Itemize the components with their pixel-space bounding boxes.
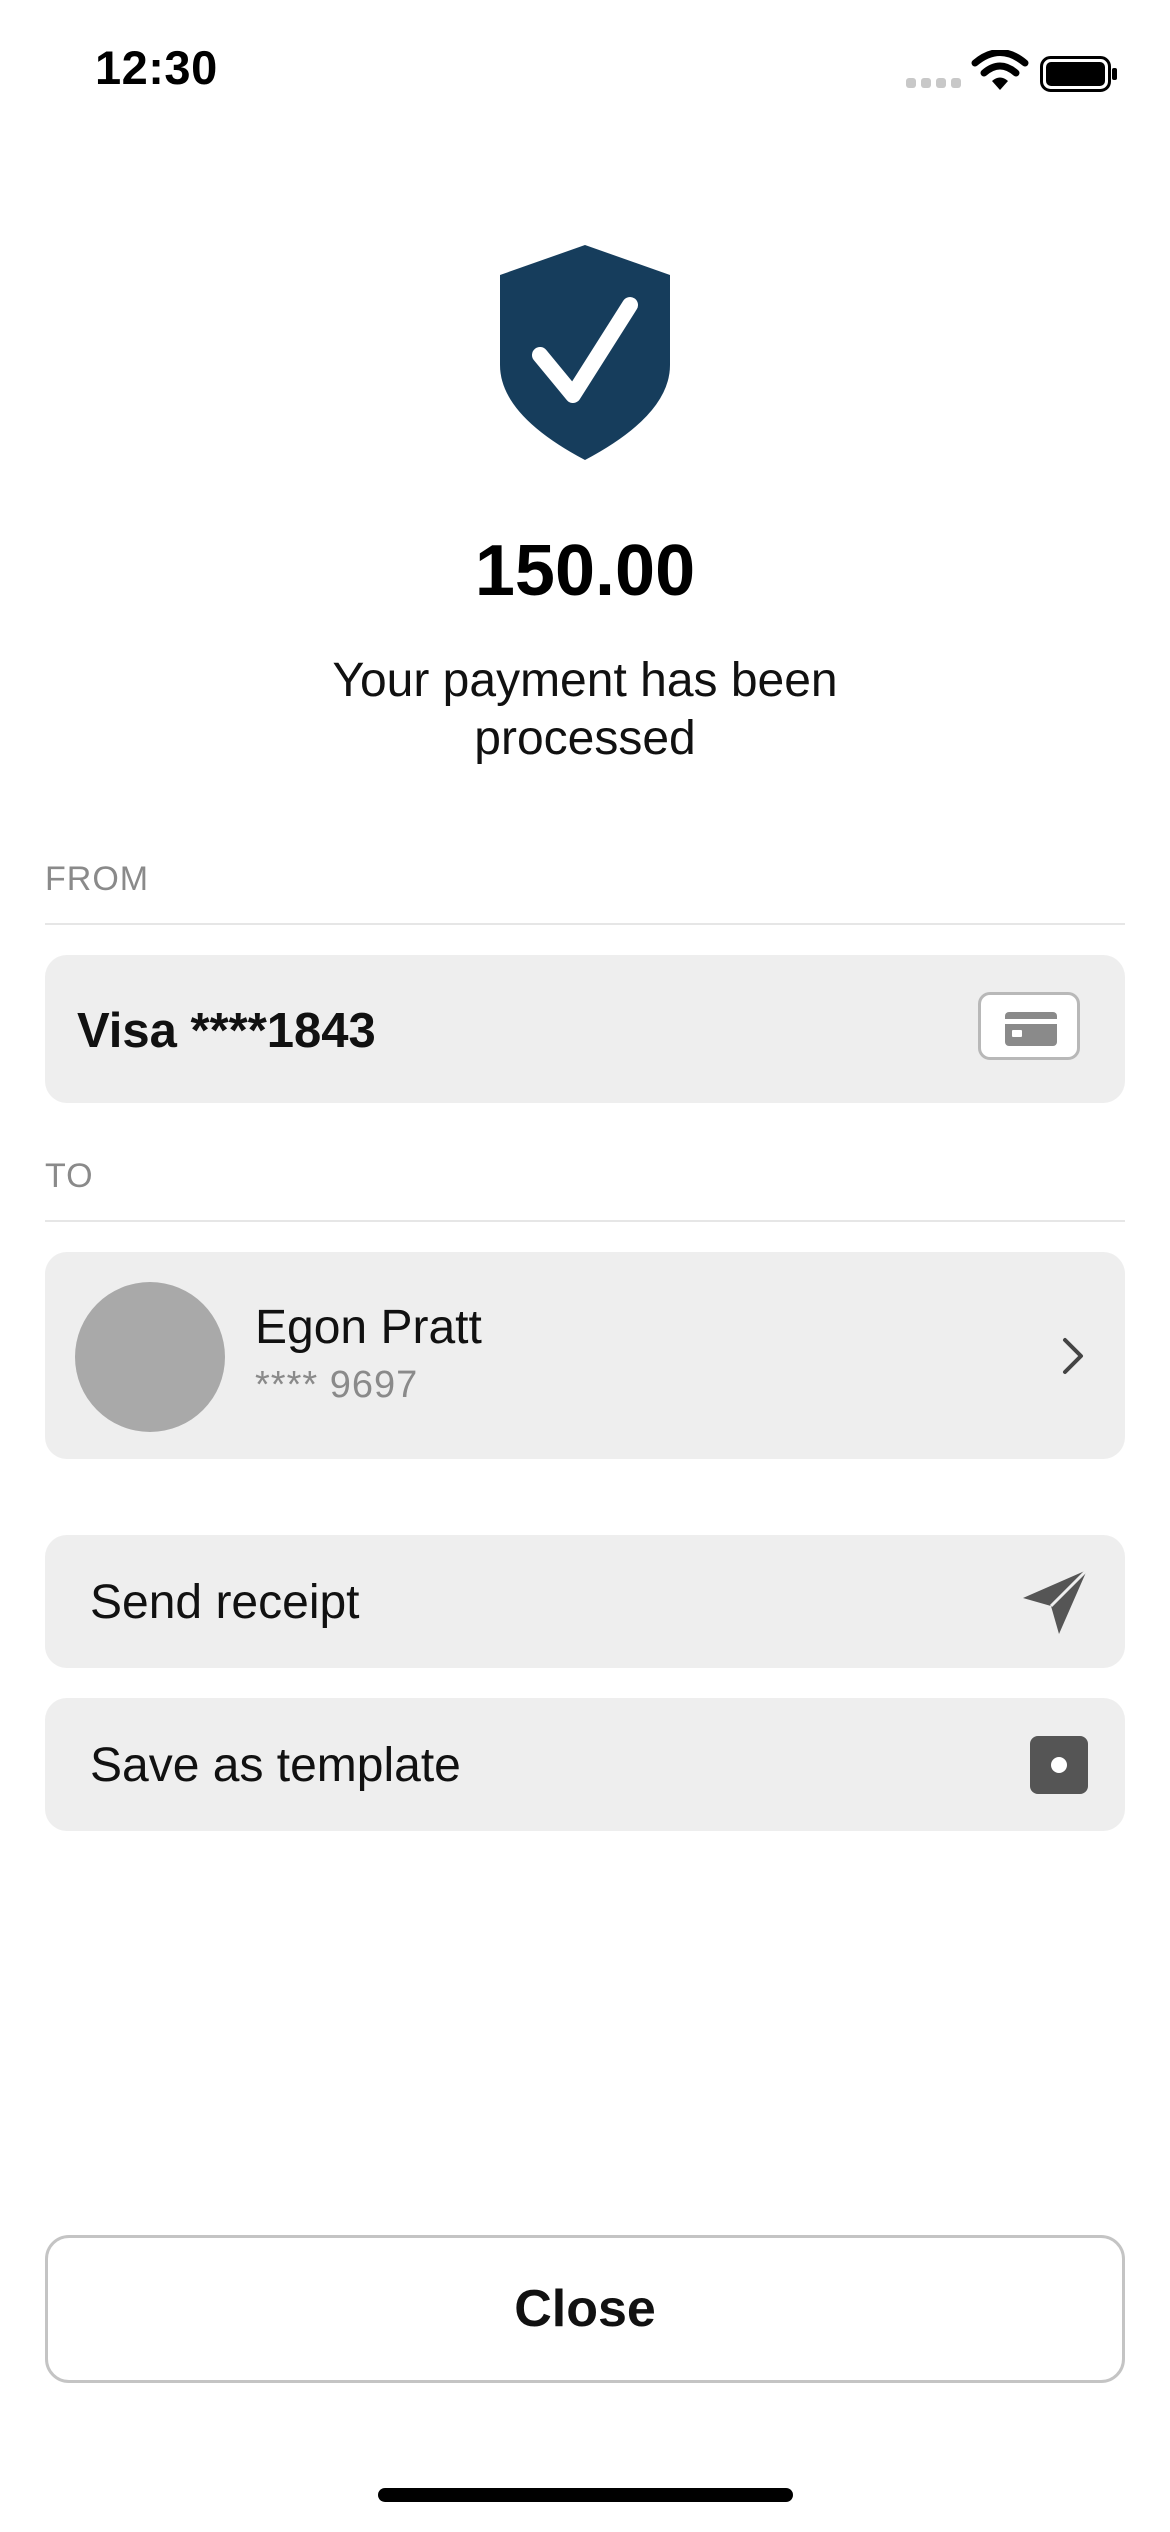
paper-plane-icon (1023, 1568, 1089, 1634)
payee-card[interactable]: Egon Pratt **** 9697 (45, 1252, 1125, 1459)
template-icon (1030, 1736, 1088, 1794)
close-button[interactable]: Close (45, 2235, 1125, 2383)
payment-amount: 150.00 (474, 531, 696, 611)
wifi-icon (971, 50, 1029, 90)
shield-check-icon (500, 245, 670, 460)
credit-card-icon (978, 992, 1080, 1060)
home-indicator (378, 2488, 793, 2502)
chevron-right-icon (1063, 1338, 1083, 1374)
from-card[interactable]: Visa ****1843 (45, 955, 1125, 1103)
save-as-template-button[interactable]: Save as template (45, 1698, 1125, 1831)
payee-name: Egon Pratt (255, 1301, 482, 1354)
from-divider (45, 923, 1125, 925)
to-divider (45, 1220, 1125, 1222)
from-label: FROM (45, 860, 150, 898)
avatar (75, 1282, 225, 1432)
status-time: 12:30 (95, 41, 218, 94)
save-as-template-label: Save as template (90, 1739, 461, 1792)
payment-status-message: Your payment has been processed (332, 654, 838, 765)
send-receipt-label: Send receipt (90, 1576, 360, 1629)
send-receipt-button[interactable]: Send receipt (45, 1535, 1125, 1668)
signal-icon (906, 78, 961, 88)
to-label: TO (45, 1157, 94, 1195)
source-card-label: Visa ****1843 (77, 1004, 376, 1058)
payee-account: **** 9697 (255, 1364, 419, 1406)
battery-icon (1040, 56, 1117, 92)
